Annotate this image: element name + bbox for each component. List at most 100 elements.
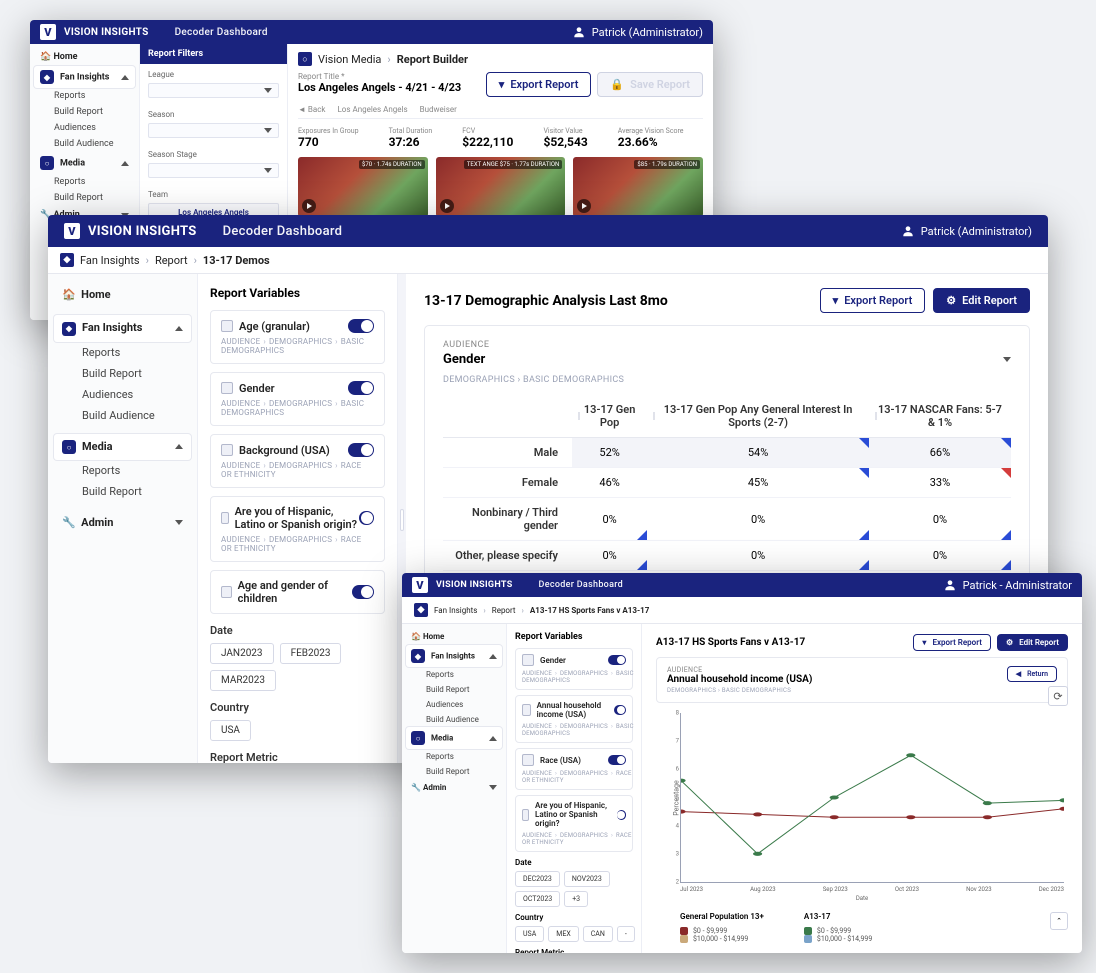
variable-card[interactable]: Gender AUDIENCE›DEMOGRAPHICS›BASIC DEMOG…	[515, 648, 633, 690]
nav-fi-reports[interactable]: Reports	[34, 88, 135, 104]
export-report-button[interactable]: ▾ Export Report	[820, 288, 926, 313]
nav-fan-insights[interactable]: ◆Fan Insights	[54, 315, 191, 342]
nav-media-build-report[interactable]: Build Report	[54, 481, 191, 502]
variable-card[interactable]: Race (USA) AUDIENCE›DEMOGRAPHICS›RACE OR…	[515, 748, 633, 790]
checkbox-icon[interactable]	[522, 754, 534, 766]
toggle-switch[interactable]	[614, 705, 626, 715]
crumb-root[interactable]: Fan Insights	[80, 254, 140, 267]
checkbox-icon[interactable]	[221, 586, 232, 598]
nav-fi-build-audience[interactable]: Build Audience	[54, 405, 191, 426]
nav-fan-insights[interactable]: ◆Fan Insights	[406, 645, 502, 667]
toggle-switch[interactable]	[348, 443, 374, 457]
checkbox-icon[interactable]	[221, 444, 233, 456]
filter-season-select[interactable]	[148, 123, 279, 138]
checkbox-icon[interactable]	[221, 382, 233, 394]
variable-card[interactable]: Are you of Hispanic, Latino or Spanish o…	[210, 496, 385, 562]
checkbox-icon[interactable]	[522, 654, 534, 666]
nav-fi-build-audience[interactable]: Build Audience	[406, 712, 502, 727]
export-report-button[interactable]: ▾ Export Report	[913, 634, 991, 651]
date-pill[interactable]: MAR2023	[210, 670, 276, 691]
variable-card[interactable]: Are you of Hispanic, Latino or Spanish o…	[515, 795, 633, 852]
nav-fi-reports[interactable]: Reports	[54, 342, 191, 363]
nav-admin[interactable]: 🔧 Admin	[406, 779, 502, 796]
checkbox-icon[interactable]	[221, 512, 229, 524]
dashboard-link[interactable]: Decoder Dashboard	[175, 27, 268, 38]
date-pill[interactable]: OCT2023	[515, 891, 560, 907]
nav-home[interactable]: 🏠 Home	[34, 48, 135, 66]
variable-card[interactable]: Background (USA) AUDIENCE›DEMOGRAPHICS›R…	[210, 434, 385, 488]
variable-card[interactable]: Age (granular) AUDIENCE›DEMOGRAPHICS›BAS…	[210, 310, 385, 364]
refresh-chart-button[interactable]: ⟳	[1048, 686, 1068, 706]
nav-home[interactable]: 🏠 Home	[54, 282, 191, 307]
toggle-switch[interactable]	[348, 381, 374, 395]
nav-fi-audiences[interactable]: Audiences	[54, 384, 191, 405]
date-pill[interactable]: +3	[564, 891, 588, 907]
nav-media[interactable]: ○Media	[406, 727, 502, 749]
nav-media-reports[interactable]: Reports	[54, 460, 191, 481]
nav-fi-audiences[interactable]: Audiences	[34, 120, 135, 136]
edit-report-button[interactable]: ⚙ Edit Report	[997, 634, 1068, 651]
tab-angels[interactable]: Los Angeles Angels	[337, 105, 407, 118]
nav-media[interactable]: ○Media	[54, 434, 191, 461]
nav-fi-build-report[interactable]: Build Report	[54, 363, 191, 384]
country-pill[interactable]: USA	[210, 720, 251, 741]
scroll-to-top-button[interactable]: ⌃	[1050, 912, 1068, 930]
current-user[interactable]: Patrick (Administrator)	[572, 25, 703, 39]
crumb-mid[interactable]: Report	[155, 254, 188, 267]
x-tick: Aug 2023	[750, 886, 776, 893]
date-pill[interactable]: JAN2023	[210, 643, 274, 664]
tab-back[interactable]: ◄ Back	[298, 105, 325, 118]
checkbox-icon[interactable]	[221, 320, 233, 332]
filter-league-select[interactable]	[148, 83, 279, 98]
dashboard-link[interactable]: Decoder Dashboard	[223, 224, 343, 239]
variable-card[interactable]: Gender AUDIENCE›DEMOGRAPHICS›BASIC DEMOG…	[210, 372, 385, 426]
nav-fi-audiences[interactable]: Audiences	[406, 697, 502, 712]
toggle-switch[interactable]	[352, 585, 374, 599]
dashboard-link[interactable]: Decoder Dashboard	[539, 580, 623, 590]
sidebar: 🏠 Home ◆Fan Insights Reports Build Repor…	[48, 274, 198, 763]
toggle-switch[interactable]	[608, 655, 626, 665]
table-col-header[interactable]: 13-17 Gen Pop	[572, 395, 647, 438]
toggle-switch[interactable]	[348, 319, 374, 333]
nav-fan-insights[interactable]: ◆Fan Insights	[34, 66, 135, 88]
checkbox-icon[interactable]	[522, 704, 531, 716]
date-pill[interactable]: FEB2023	[280, 643, 342, 664]
crumb-root[interactable]: Fan Insights	[434, 606, 477, 615]
crumb-root[interactable]: Vision Media	[318, 53, 381, 66]
nav-media-reports[interactable]: Reports	[406, 749, 502, 764]
variable-card[interactable]: Annual household income (USA) AUDIENCE›D…	[515, 695, 633, 743]
country-pill[interactable]: MEX	[548, 926, 578, 942]
crumb-mid[interactable]: Report	[492, 606, 516, 615]
edit-report-button[interactable]: ⚙ Edit Report	[933, 288, 1030, 313]
nav-fi-build-audience[interactable]: Build Audience	[34, 136, 135, 152]
nav-media-build-report[interactable]: Build Report	[406, 764, 502, 779]
toggle-switch[interactable]	[617, 810, 626, 820]
nav-fi-build-report[interactable]: Build Report	[34, 104, 135, 120]
variable-card[interactable]: Age and gender of children	[210, 570, 385, 614]
nav-fi-build-report[interactable]: Build Report	[406, 682, 502, 697]
export-report-button[interactable]: ▾ Export Report	[486, 72, 592, 97]
nav-fi-reports[interactable]: Reports	[406, 667, 502, 682]
current-user[interactable]: Patrick (Administrator)	[901, 224, 1032, 238]
country-pill[interactable]: USA	[515, 926, 544, 942]
date-pill[interactable]: DEC2023	[515, 871, 560, 887]
checkbox-icon[interactable]	[522, 809, 529, 821]
nav-media-reports[interactable]: Reports	[34, 174, 135, 190]
nav-home[interactable]: 🏠 Home	[406, 628, 502, 645]
panel-collapse-icon[interactable]	[1003, 357, 1011, 362]
current-user[interactable]: Patrick - Administrator	[943, 578, 1072, 592]
filter-stage-select[interactable]	[148, 163, 279, 178]
nav-media-build-report[interactable]: Build Report	[34, 190, 135, 206]
tab-budweiser[interactable]: Budweiser	[420, 105, 457, 118]
nav-admin[interactable]: 🔧 Admin	[54, 510, 191, 535]
toggle-switch[interactable]	[359, 511, 374, 525]
toggle-switch[interactable]	[608, 755, 626, 765]
table-col-header[interactable]: 13-17 NASCAR Fans: 5-7 & 1%	[869, 395, 1011, 438]
table-col-header[interactable]: 13-17 Gen Pop Any General Interest In Sp…	[647, 395, 869, 438]
country-pill[interactable]: CAN	[583, 926, 613, 942]
country-pill[interactable]: -	[617, 926, 635, 942]
nav-media[interactable]: ○Media	[34, 152, 135, 174]
date-pill[interactable]: NOV2023	[564, 871, 610, 887]
save-report-button[interactable]: 🔒 Save Report	[597, 72, 703, 97]
return-button[interactable]: ◀ Return	[1007, 666, 1057, 682]
